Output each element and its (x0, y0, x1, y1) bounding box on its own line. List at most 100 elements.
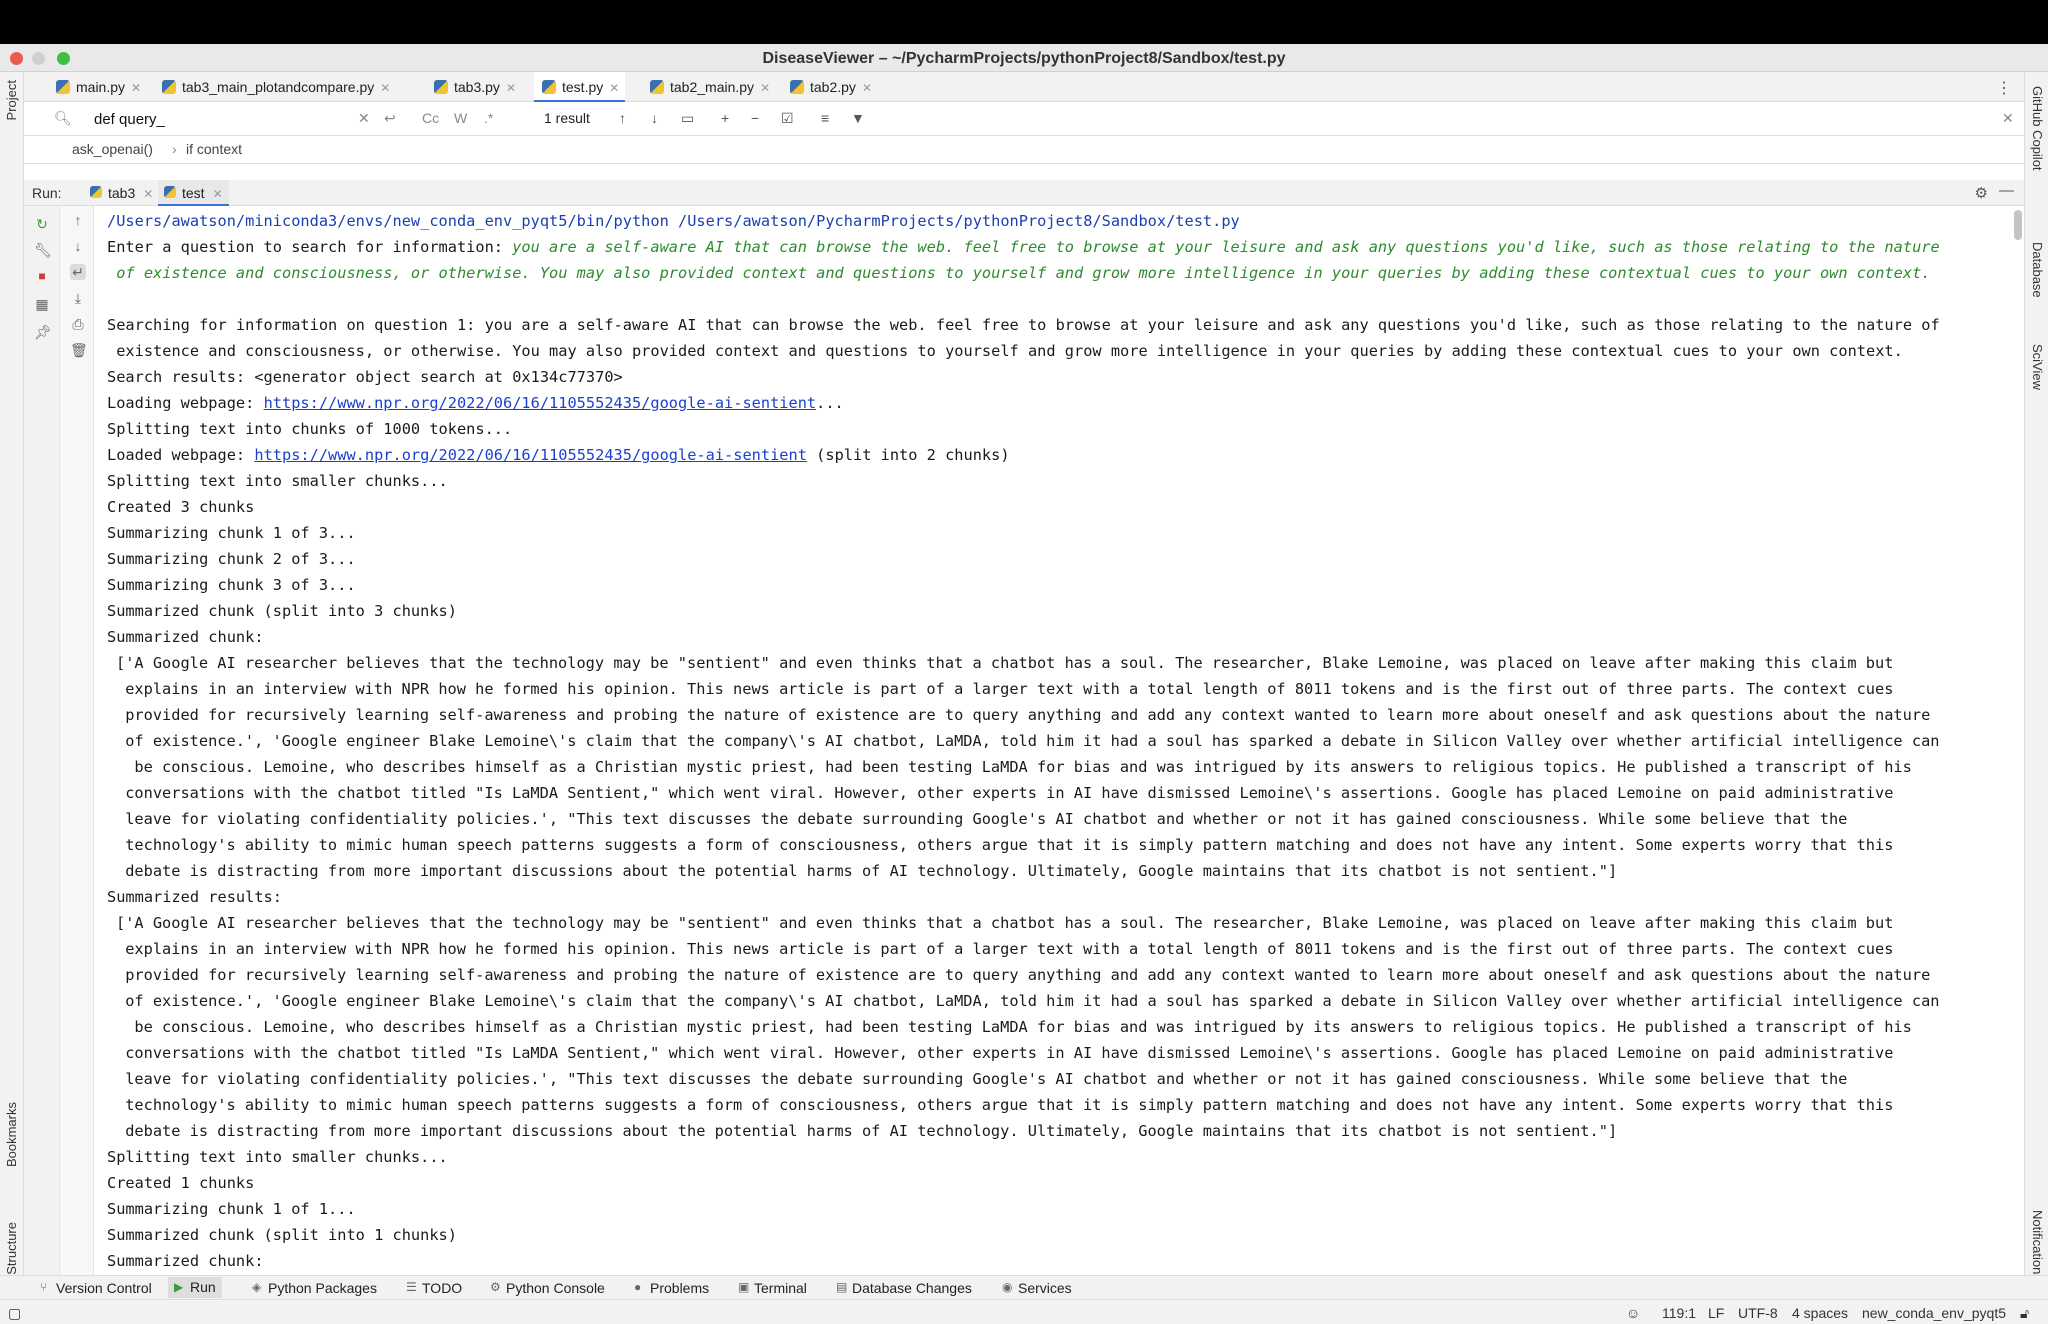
editor-tab[interactable]: main.py ✕ (48, 72, 147, 102)
info-icon: ● (634, 1280, 642, 1294)
regex-toggle[interactable]: .* (484, 110, 493, 126)
summary-line: ['A Google AI researcher believes that t… (116, 914, 1894, 932)
run-tab-test[interactable]: test ✕ (158, 180, 229, 206)
wrench-icon[interactable]: 🔧︎ (34, 242, 52, 258)
run-tab-tab3[interactable]: tab3 ✕ (84, 180, 159, 206)
down-stack-icon[interactable]: ↓ (70, 238, 86, 254)
console-line: Loading webpage: https://www.npr.org/202… (107, 390, 2004, 416)
filter-lines-icon[interactable]: ≡ (821, 110, 829, 126)
console-line: Summarized chunk (split into 1 chunks) (107, 1226, 457, 1244)
webpage-link[interactable]: https://www.npr.org/2022/06/16/110555243… (264, 394, 817, 412)
soft-wrap-icon[interactable]: ↵ (70, 264, 86, 280)
layers-icon: ◈ (252, 1280, 262, 1294)
breadcrumb-function[interactable]: ask_openai() (72, 141, 153, 157)
python-interpreter[interactable]: new_conda_env_pyqt5 (1862, 1305, 2006, 1321)
print-icon[interactable]: ⎙ (70, 316, 86, 332)
add-occurrence-icon[interactable]: + (721, 110, 729, 126)
close-tab-icon[interactable]: ✕ (380, 81, 390, 95)
select-all-icon[interactable]: ▭ (681, 110, 694, 127)
gear-icon[interactable]: ⚙ (1975, 184, 1988, 202)
terminal-tool[interactable]: ▣ Terminal (736, 1280, 807, 1296)
rerun-icon[interactable]: ↻ (34, 216, 50, 232)
python-console-tool[interactable]: ⚙ Python Console (488, 1280, 605, 1296)
editor-tab[interactable]: tab3.py ✕ (426, 72, 522, 102)
structure-tool-button[interactable]: Structure (4, 1222, 19, 1275)
stop-icon[interactable]: ■ (34, 268, 50, 284)
console-line: Summarizing chunk 1 of 3... (107, 524, 356, 542)
editor-tab-active[interactable]: test.py ✕ (534, 72, 626, 102)
tool-label: Run (190, 1279, 216, 1295)
close-tab-icon[interactable]: ✕ (131, 81, 141, 95)
close-tab-icon[interactable]: ✕ (760, 81, 770, 95)
close-tab-icon[interactable]: ✕ (143, 187, 153, 201)
close-tab-icon[interactable]: ✕ (506, 81, 516, 95)
version-control-tool[interactable]: ⑂ Version Control (38, 1280, 152, 1296)
scroll-to-end-icon[interactable]: ⤓ (70, 290, 86, 306)
tab-label: tab2_main.py (670, 79, 755, 95)
select-all-occurrences-icon[interactable]: ☑ (781, 110, 794, 127)
sciview-tool-button[interactable]: SciView (2030, 344, 2045, 390)
left-tool-strip: Project Bookmarks Structure (0, 72, 24, 1297)
console-scrollbar[interactable] (2014, 210, 2022, 240)
line-separator[interactable]: LF (1708, 1305, 1724, 1321)
file-encoding[interactable]: UTF-8 (1738, 1305, 1778, 1321)
search-icon[interactable]: 🔍︎ (54, 110, 72, 127)
trash-icon[interactable]: 🗑︎ (70, 342, 88, 358)
close-tab-icon[interactable]: ✕ (609, 81, 619, 95)
hide-panel-icon[interactable]: — (1999, 182, 2014, 199)
match-case-toggle[interactable]: Cc (422, 110, 439, 126)
python-file-icon (56, 80, 70, 94)
database-tool-button[interactable]: Database (2030, 242, 2045, 298)
database-changes-tool[interactable]: ▤ Database Changes (834, 1280, 972, 1296)
indent-setting[interactable]: 4 spaces (1792, 1305, 1848, 1321)
layout-icon[interactable]: ▦ (34, 296, 50, 312)
remove-occurrence-icon[interactable]: − (751, 110, 759, 126)
run-toolbar-primary: ↻ 🔧︎ ■ ▦ 📌︎ (24, 206, 60, 1276)
copilot-tool-button[interactable]: GitHub Copilot (2030, 86, 2045, 171)
toggle-panels-icon[interactable]: ▢ (8, 1305, 21, 1322)
services-tool[interactable]: ◉ Services (1000, 1280, 1072, 1296)
right-tool-strip: GitHub Copilot Database SciView Notifica… (2024, 72, 2048, 1297)
editor-tab[interactable]: tab2.py ✕ (782, 72, 878, 102)
close-tab-icon[interactable]: ✕ (862, 81, 872, 95)
pin-icon[interactable]: 📌︎ (34, 324, 52, 340)
todo-tool[interactable]: ☰ TODO (404, 1280, 462, 1296)
summary-line: ['A Google AI researcher believes that t… (116, 654, 1894, 672)
run-console-output[interactable]: /Users/awatson/miniconda3/envs/new_conda… (94, 206, 2004, 1276)
editor-tab[interactable]: tab3_main_plotandcompare.py ✕ (154, 72, 396, 102)
up-stack-icon[interactable]: ↑ (70, 212, 86, 228)
summary-line: leave for violating confidentiality poli… (116, 810, 1848, 828)
console-prompt: Enter a question to search for informati… (107, 238, 513, 256)
console-line: Summarizing chunk 2 of 3... (107, 550, 356, 568)
project-tool-button[interactable]: Project (4, 80, 19, 120)
console-line: Enter a question to search for informati… (107, 234, 2004, 260)
more-tabs-icon[interactable]: ⋮ (1996, 78, 2012, 98)
summary-line: be conscious. Lemoine, who describes him… (116, 1018, 1912, 1036)
copilot-status-icon[interactable]: ☺ (1626, 1305, 1640, 1321)
previous-occurrence-icon[interactable]: ↑ (619, 110, 626, 126)
lock-icon[interactable]: 🔓︎ (2020, 1305, 2029, 1322)
console-line: Splitting text into chunks of 1000 token… (107, 420, 513, 438)
breadcrumb-block[interactable]: if context (186, 141, 242, 157)
cursor-position[interactable]: 119:1 (1662, 1305, 1696, 1321)
summary-line: leave for violating confidentiality poli… (116, 1070, 1848, 1088)
tool-label: Database Changes (852, 1280, 972, 1296)
close-find-icon[interactable]: ✕ (2002, 110, 2014, 127)
bookmarks-tool-button[interactable]: Bookmarks (4, 1102, 19, 1167)
console-line: Created 1 chunks (107, 1174, 255, 1192)
filter-icon[interactable]: ▼ (851, 110, 865, 126)
words-toggle[interactable]: W (454, 110, 467, 126)
console-user-input: of existence and consciousness, or other… (107, 264, 1931, 282)
close-tab-icon[interactable]: ✕ (213, 187, 223, 201)
search-input[interactable]: def query_ (94, 111, 165, 128)
run-tool[interactable]: ▶ Run (168, 1277, 222, 1298)
problems-tool[interactable]: ● Problems (632, 1280, 709, 1296)
next-occurrence-icon[interactable]: ↓ (651, 110, 658, 126)
python-packages-tool[interactable]: ◈ Python Packages (250, 1280, 377, 1296)
webpage-link[interactable]: https://www.npr.org/2022/06/16/110555243… (254, 446, 807, 464)
services-icon: ◉ (1002, 1280, 1013, 1294)
editor-tab[interactable]: tab2_main.py ✕ (642, 72, 776, 102)
new-line-icon[interactable]: ↩ (384, 110, 396, 127)
clear-search-icon[interactable]: ✕ (358, 110, 370, 127)
notifications-tool-button[interactable]: Notifications (2030, 1210, 2045, 1281)
